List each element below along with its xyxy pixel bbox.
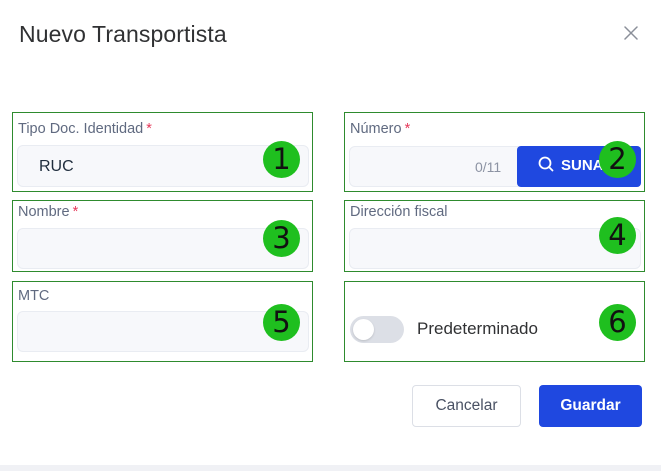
dialog-title: Nuevo Transportista <box>19 21 227 47</box>
annotation-badge-2: 2 <box>599 141 636 178</box>
toggle-knob <box>353 319 374 340</box>
save-button[interactable]: Guardar <box>539 385 642 427</box>
doc-type-value: RUC <box>39 158 74 175</box>
required-mark: * <box>72 204 79 220</box>
annotation-badge-5: 5 <box>263 304 300 341</box>
cancel-button[interactable]: Cancelar <box>412 385 521 427</box>
close-icon[interactable] <box>622 24 640 42</box>
default-toggle[interactable] <box>350 316 404 343</box>
address-input[interactable] <box>349 228 641 269</box>
address-label: Dirección fiscal <box>350 204 448 220</box>
search-icon <box>537 155 555 177</box>
annotation-badge-4: 4 <box>599 217 636 254</box>
required-mark: * <box>146 121 152 137</box>
new-carrier-dialog: Nuevo Transportista Tipo Doc. Identidad *… <box>0 0 661 471</box>
number-label: Número * <box>350 121 411 137</box>
default-toggle-label: Predeterminado <box>417 319 538 338</box>
required-mark: * <box>404 121 411 137</box>
name-label: Nombre * <box>18 204 79 220</box>
annotation-badge-1: 1 <box>263 141 300 178</box>
number-input[interactable]: 0/11 <box>349 146 519 187</box>
doc-type-label: Tipo Doc. Identidad * <box>18 121 152 137</box>
annotation-badge-6: 6 <box>599 304 636 341</box>
mtc-label: MTC <box>18 288 50 304</box>
annotation-badge-3: 3 <box>263 220 300 257</box>
number-counter: 0/11 <box>475 159 502 175</box>
dialog-bottom-edge <box>0 465 661 471</box>
